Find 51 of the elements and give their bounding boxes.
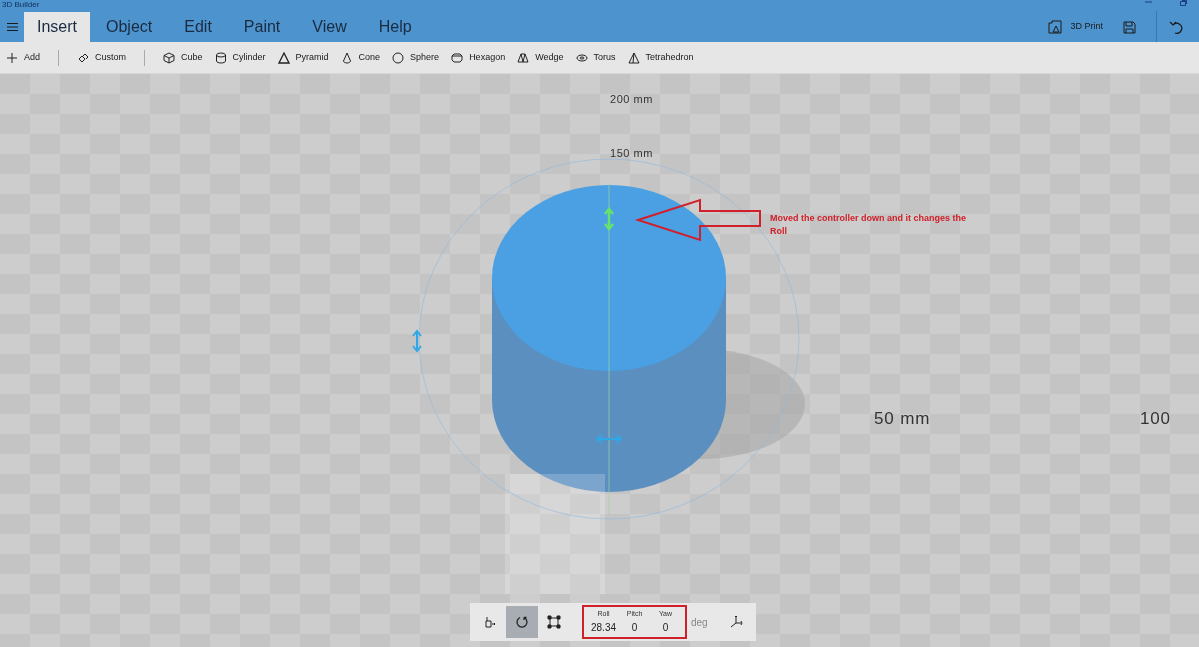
scale-label: 150 mm bbox=[610, 146, 654, 161]
scale-icon bbox=[547, 615, 561, 629]
scale-label: 50 mm bbox=[874, 408, 931, 430]
pyramid-icon bbox=[277, 51, 290, 64]
field-value[interactable]: 0 bbox=[662, 619, 669, 635]
double-arrow-icon[interactable] bbox=[412, 329, 422, 353]
undo-icon bbox=[1169, 20, 1183, 34]
field-value[interactable]: 0 bbox=[631, 619, 638, 635]
restore-icon[interactable] bbox=[1180, 0, 1187, 6]
annotation-text: Moved the controller down and it changes the Roll bbox=[770, 212, 968, 238]
toolbar-button[interactable]: Cylinder bbox=[208, 45, 272, 70]
cylinder-icon bbox=[214, 51, 227, 64]
field-value[interactable]: 28.34 bbox=[591, 619, 616, 635]
tetrahedron-icon bbox=[627, 51, 640, 64]
toolbar-button[interactable]: Cone bbox=[334, 45, 387, 70]
minimize-icon[interactable] bbox=[1145, 0, 1152, 4]
scale-label: 100 bbox=[1140, 408, 1171, 430]
wedge-icon bbox=[517, 51, 530, 64]
toolbar-button[interactable]: Cube bbox=[157, 45, 209, 70]
menu-tab[interactable]: Help bbox=[366, 12, 424, 42]
unit-label: deg bbox=[691, 615, 708, 630]
menu-tab[interactable]: Insert bbox=[24, 12, 90, 42]
hexagon-icon bbox=[451, 51, 464, 64]
toolbar-button[interactable]: Tetrahedron bbox=[621, 45, 700, 70]
rotate-icon bbox=[515, 615, 529, 629]
menu-tab[interactable]: View bbox=[300, 12, 359, 42]
cube-icon bbox=[163, 51, 176, 64]
3d-print-button[interactable]: 3D Print bbox=[1040, 11, 1111, 43]
toolbar-button[interactable]: Wedge bbox=[511, 45, 570, 70]
toolbar-button[interactable]: Add bbox=[0, 45, 46, 70]
shapes-icon bbox=[77, 51, 89, 64]
toolbar-button[interactable]: Sphere bbox=[386, 45, 446, 70]
window-title: 3D Builder bbox=[1, 0, 40, 9]
torus-icon bbox=[575, 51, 588, 64]
menu-tab[interactable]: Paint bbox=[231, 12, 293, 42]
toolbar-button[interactable]: Torus bbox=[569, 45, 622, 70]
menu-tab[interactable]: Edit bbox=[172, 12, 224, 42]
axes-icon bbox=[728, 615, 743, 629]
vertical-arrow-icon[interactable] bbox=[603, 207, 615, 231]
save-icon bbox=[1123, 20, 1136, 34]
menu-icon bbox=[6, 23, 18, 31]
scale-label: 200 mm bbox=[610, 92, 654, 107]
toolbar-button[interactable]: Pyramid bbox=[271, 45, 335, 70]
plus-icon bbox=[6, 51, 18, 64]
sphere-icon bbox=[392, 51, 405, 64]
printer-icon bbox=[1048, 20, 1063, 34]
toolbar-button[interactable]: Custom bbox=[71, 45, 133, 70]
toolbar-button[interactable]: Hexagon bbox=[445, 45, 512, 70]
move-icon bbox=[483, 615, 497, 629]
cone-icon bbox=[340, 51, 353, 64]
menu-tab[interactable]: Object bbox=[94, 12, 165, 42]
